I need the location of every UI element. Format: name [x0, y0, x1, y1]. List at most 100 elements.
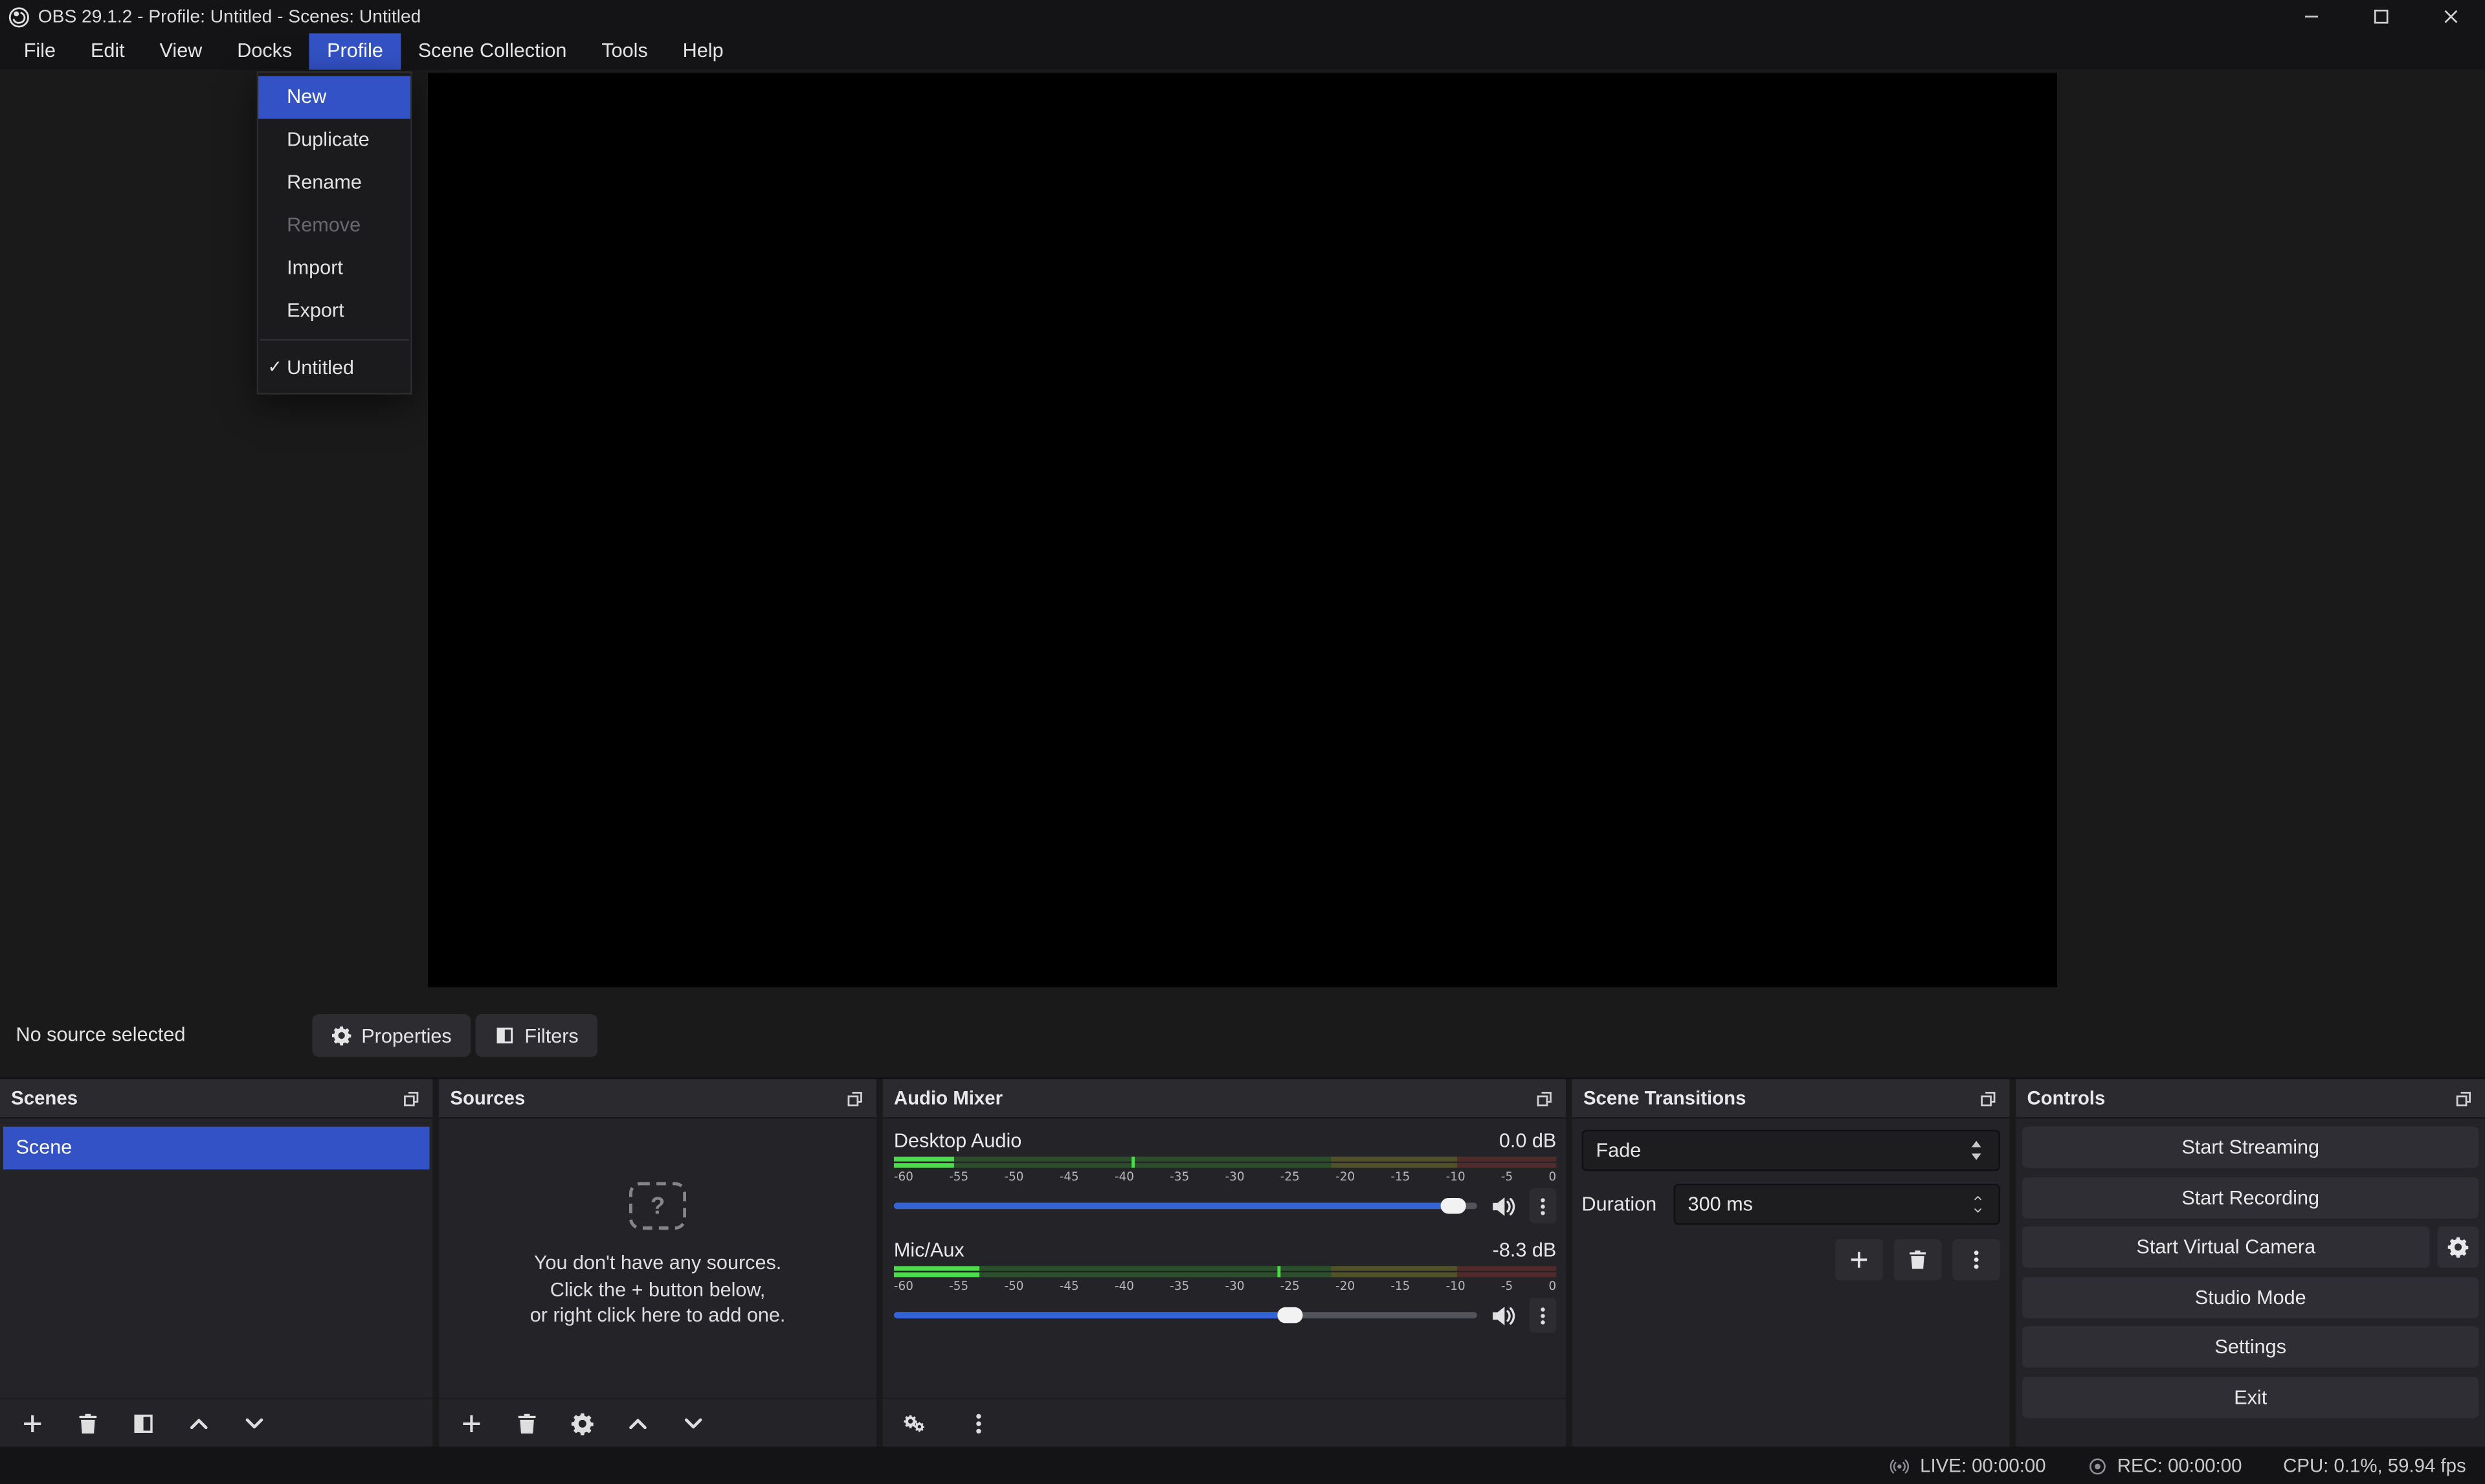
sources-empty-state: ? You don't have any sources. Click the …	[439, 1182, 876, 1329]
volume-slider-handle[interactable]	[1278, 1307, 1303, 1323]
popout-icon[interactable]	[1978, 1088, 1999, 1109]
advanced-audio-button[interactable]	[900, 1409, 929, 1437]
chevron-up-icon	[186, 1411, 210, 1435]
volume-slider[interactable]	[894, 1298, 1477, 1333]
duration-spinbox[interactable]: 300 ms	[1674, 1184, 2000, 1225]
mixer-options-button[interactable]	[964, 1409, 992, 1437]
menu-profile[interactable]: Profile	[309, 33, 401, 69]
menu-item-import[interactable]: Import	[258, 247, 410, 290]
menu-edit[interactable]: Edit	[73, 33, 142, 69]
maximize-button[interactable]	[2346, 0, 2416, 33]
transition-buttons	[1835, 1239, 2000, 1281]
rec-status: REC: 00:00:00	[2087, 1455, 2242, 1477]
channel-level-db: -8.3 dB	[1493, 1236, 1557, 1265]
move-source-up-button[interactable]	[623, 1409, 651, 1437]
remove-scene-button[interactable]	[73, 1409, 102, 1437]
question-mark-icon: ?	[629, 1182, 686, 1230]
move-scene-up-button[interactable]	[184, 1409, 212, 1437]
menu-view[interactable]: View	[142, 33, 220, 69]
scenes-dock-title: Scenes	[11, 1087, 78, 1109]
studio-mode-button[interactable]: Studio Mode	[2022, 1276, 2479, 1318]
volume-slider-handle[interactable]	[1441, 1198, 1466, 1213]
transition-select[interactable]: Fade	[1582, 1130, 2000, 1171]
controls-dock-header[interactable]: Controls	[2016, 1079, 2485, 1118]
chevron-down-icon	[241, 1411, 265, 1435]
channel-options-button[interactable]	[1530, 1188, 1557, 1223]
add-source-button[interactable]	[456, 1409, 485, 1437]
menu-item-new[interactable]: New	[258, 76, 410, 119]
scene-transitions-body: Fade Duration 300 ms	[1572, 1119, 2010, 1447]
cpu-fps-stats: CPU: 0.1%, 59.94 fps	[2283, 1455, 2466, 1477]
add-transition-button[interactable]	[1835, 1239, 1882, 1281]
remove-source-button[interactable]	[512, 1409, 540, 1437]
preview-canvas[interactable]	[428, 73, 2057, 988]
properties-button[interactable]: Properties	[312, 1014, 471, 1057]
title-bar[interactable]: OBS 29.1.2 - Profile: Untitled - Scenes:…	[0, 0, 2485, 33]
audio-mixer-dock-header[interactable]: Audio Mixer	[883, 1079, 1566, 1118]
window-title: OBS 29.1.2 - Profile: Untitled - Scenes:…	[38, 7, 421, 26]
speaker-icon[interactable]	[1489, 1301, 1517, 1329]
channel-options-button[interactable]	[1530, 1298, 1557, 1333]
sources-list[interactable]: ? You don't have any sources. Click the …	[439, 1119, 876, 1447]
start-virtual-camera-button[interactable]: Start Virtual Camera	[2022, 1226, 2429, 1268]
popout-icon[interactable]	[2453, 1088, 2474, 1109]
menu-docks[interactable]: Docks	[219, 33, 309, 69]
mixer-channel-desktop-audio: Desktop Audio 0.0 dB -60-55-50-45-40-35-…	[894, 1127, 1556, 1223]
speaker-icon[interactable]	[1489, 1192, 1517, 1219]
chevron-down-icon	[1970, 1206, 1985, 1215]
menu-help[interactable]: Help	[665, 33, 741, 69]
profile-dropdown-menu: New Duplicate Rename Remove Import Expor…	[257, 71, 412, 394]
status-bar: LIVE: 00:00:00 REC: 00:00:00 CPU: 0.1%, …	[0, 1446, 2485, 1484]
minimize-button[interactable]	[2276, 0, 2346, 33]
popout-icon[interactable]	[401, 1088, 421, 1109]
source-status-label: No source selected	[16, 1014, 185, 1057]
mixer-toolbar	[883, 1397, 1566, 1446]
audio-mixer-dock: Audio Mixer Desktop Audio 0.0 dB -60-	[883, 1079, 1566, 1446]
scene-transitions-dock-header[interactable]: Scene Transitions	[1572, 1079, 2010, 1118]
kebab-icon	[1533, 1305, 1554, 1325]
kebab-icon	[966, 1411, 990, 1435]
record-icon	[2087, 1456, 2108, 1476]
menu-file[interactable]: File	[6, 33, 73, 69]
menu-item-profile-untitled[interactable]: ✓ Untitled	[258, 347, 410, 390]
volume-slider[interactable]	[894, 1188, 1477, 1223]
plus-icon	[459, 1411, 483, 1435]
scenes-dock-header[interactable]: Scenes	[0, 1079, 432, 1118]
sources-dock-header[interactable]: Sources	[439, 1079, 876, 1118]
maximize-icon	[2372, 8, 2389, 25]
volume-meter	[894, 1157, 1556, 1168]
menu-scene-collection[interactable]: Scene Collection	[401, 33, 585, 69]
start-recording-button[interactable]: Start Recording	[2022, 1177, 2479, 1218]
live-status: LIVE: 00:00:00	[1890, 1455, 2046, 1477]
popout-icon[interactable]	[845, 1088, 865, 1109]
spinbox-arrows[interactable]	[1970, 1193, 1985, 1215]
source-toolbar: No source selected Properties Filters	[0, 1014, 2485, 1057]
close-button[interactable]	[2415, 0, 2485, 33]
menu-tools[interactable]: Tools	[584, 33, 665, 69]
settings-button[interactable]: Settings	[2022, 1326, 2479, 1368]
add-scene-button[interactable]	[17, 1409, 46, 1437]
chevron-down-icon	[681, 1411, 705, 1435]
start-streaming-button[interactable]: Start Streaming	[2022, 1127, 2479, 1168]
remove-transition-button[interactable]	[1894, 1239, 1941, 1281]
filters-button[interactable]: Filters	[476, 1014, 598, 1057]
close-icon	[2442, 8, 2459, 25]
sources-dock-title: Sources	[450, 1087, 525, 1109]
transition-options-button[interactable]	[1952, 1239, 2000, 1281]
menu-item-duplicate[interactable]: Duplicate	[258, 119, 410, 162]
exit-button[interactable]: Exit	[2022, 1376, 2479, 1417]
source-properties-button[interactable]	[568, 1409, 596, 1437]
move-scene-down-button[interactable]	[240, 1409, 268, 1437]
gears-icon	[902, 1411, 926, 1435]
scene-filters-button[interactable]	[128, 1409, 157, 1437]
sources-dock: Sources ? You don't have any sources. Cl…	[439, 1079, 876, 1446]
menu-item-rename[interactable]: Rename	[258, 162, 410, 205]
virtual-camera-settings-button[interactable]	[2438, 1226, 2479, 1268]
move-source-down-button[interactable]	[678, 1409, 707, 1437]
menu-item-remove[interactable]: Remove	[258, 205, 410, 247]
scene-list-item[interactable]: Scene	[3, 1127, 430, 1169]
popout-icon[interactable]	[1534, 1088, 1555, 1109]
menu-item-export[interactable]: Export	[258, 290, 410, 333]
obs-window: OBS 29.1.2 - Profile: Untitled - Scenes:…	[0, 0, 2485, 1484]
gear-icon	[2447, 1236, 2469, 1258]
